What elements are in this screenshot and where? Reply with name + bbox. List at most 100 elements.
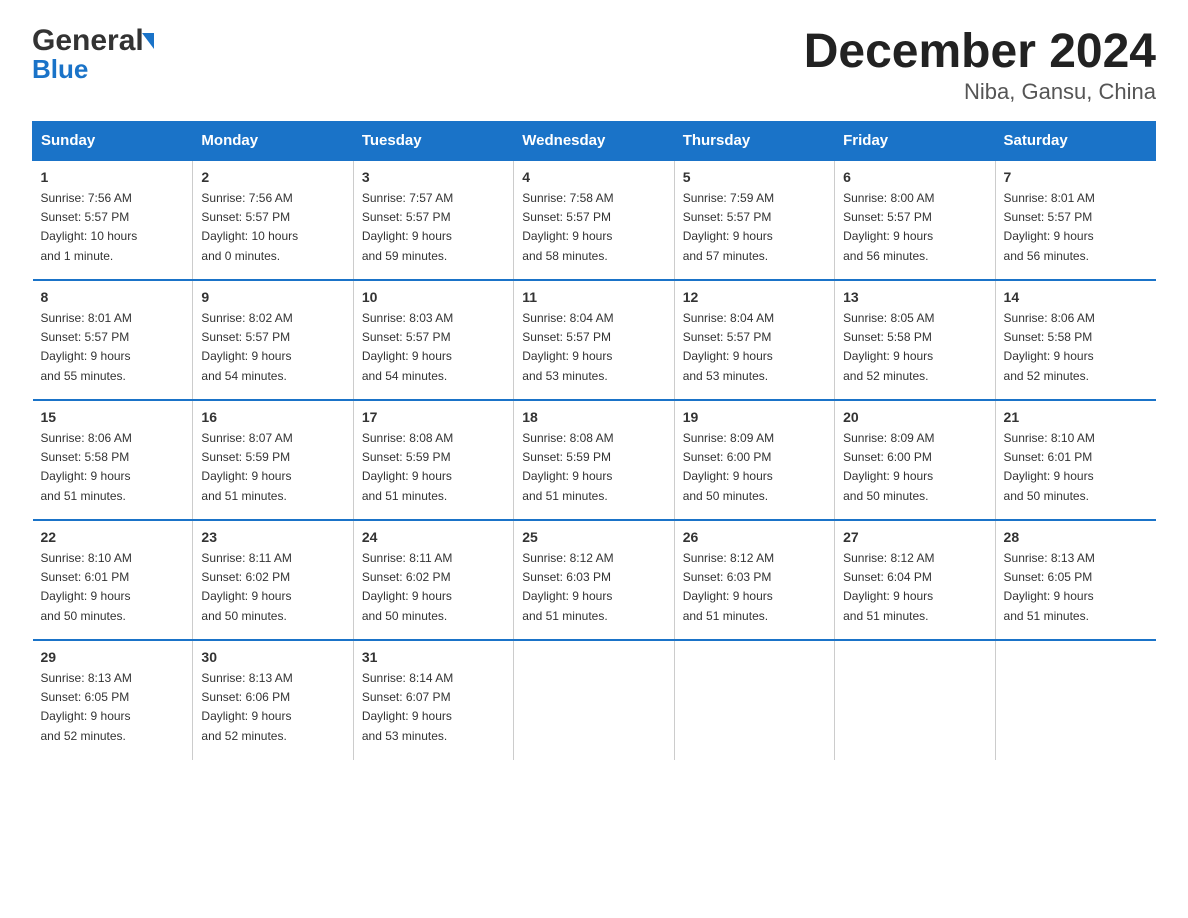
day-info: Sunrise: 8:04 AM Sunset: 5:57 PM Dayligh… (683, 309, 826, 386)
day-info: Sunrise: 7:59 AM Sunset: 5:57 PM Dayligh… (683, 189, 826, 266)
calendar-cell: 24 Sunrise: 8:11 AM Sunset: 6:02 PM Dayl… (353, 520, 513, 640)
day-number: 21 (1004, 409, 1148, 425)
day-number: 25 (522, 529, 665, 545)
day-number: 4 (522, 169, 665, 185)
column-header-saturday: Saturday (995, 122, 1155, 161)
day-info: Sunrise: 8:06 AM Sunset: 5:58 PM Dayligh… (1004, 309, 1148, 386)
calendar-cell: 6 Sunrise: 8:00 AM Sunset: 5:57 PM Dayli… (835, 160, 995, 280)
day-info: Sunrise: 8:11 AM Sunset: 6:02 PM Dayligh… (201, 549, 344, 626)
day-number: 29 (41, 649, 185, 665)
day-number: 26 (683, 529, 826, 545)
day-number: 3 (362, 169, 505, 185)
page-header: General Blue December 2024 Niba, Gansu, … (32, 24, 1156, 105)
calendar-cell: 17 Sunrise: 8:08 AM Sunset: 5:59 PM Dayl… (353, 400, 513, 520)
day-number: 7 (1004, 169, 1148, 185)
calendar-cell: 8 Sunrise: 8:01 AM Sunset: 5:57 PM Dayli… (33, 280, 193, 400)
day-number: 11 (522, 289, 665, 305)
day-number: 13 (843, 289, 986, 305)
day-info: Sunrise: 8:01 AM Sunset: 5:57 PM Dayligh… (41, 309, 185, 386)
calendar-cell: 28 Sunrise: 8:13 AM Sunset: 6:05 PM Dayl… (995, 520, 1155, 640)
column-header-monday: Monday (193, 122, 353, 161)
column-header-friday: Friday (835, 122, 995, 161)
day-number: 17 (362, 409, 505, 425)
calendar-cell (674, 640, 834, 760)
day-info: Sunrise: 8:09 AM Sunset: 6:00 PM Dayligh… (683, 429, 826, 506)
day-info: Sunrise: 8:10 AM Sunset: 6:01 PM Dayligh… (1004, 429, 1148, 506)
day-info: Sunrise: 8:05 AM Sunset: 5:58 PM Dayligh… (843, 309, 986, 386)
day-number: 8 (41, 289, 185, 305)
day-number: 14 (1004, 289, 1148, 305)
day-number: 20 (843, 409, 986, 425)
day-number: 15 (41, 409, 185, 425)
calendar-cell: 9 Sunrise: 8:02 AM Sunset: 5:57 PM Dayli… (193, 280, 353, 400)
day-info: Sunrise: 8:14 AM Sunset: 6:07 PM Dayligh… (362, 669, 505, 746)
day-info: Sunrise: 8:12 AM Sunset: 6:03 PM Dayligh… (522, 549, 665, 626)
day-number: 18 (522, 409, 665, 425)
day-number: 16 (201, 409, 344, 425)
day-number: 28 (1004, 529, 1148, 545)
title-block: December 2024 Niba, Gansu, China (804, 24, 1156, 105)
calendar-cell: 22 Sunrise: 8:10 AM Sunset: 6:01 PM Dayl… (33, 520, 193, 640)
day-number: 6 (843, 169, 986, 185)
day-info: Sunrise: 8:10 AM Sunset: 6:01 PM Dayligh… (41, 549, 185, 626)
calendar-cell: 7 Sunrise: 8:01 AM Sunset: 5:57 PM Dayli… (995, 160, 1155, 280)
day-info: Sunrise: 8:11 AM Sunset: 6:02 PM Dayligh… (362, 549, 505, 626)
calendar-cell: 3 Sunrise: 7:57 AM Sunset: 5:57 PM Dayli… (353, 160, 513, 280)
calendar-cell: 23 Sunrise: 8:11 AM Sunset: 6:02 PM Dayl… (193, 520, 353, 640)
day-info: Sunrise: 8:09 AM Sunset: 6:00 PM Dayligh… (843, 429, 986, 506)
day-info: Sunrise: 7:56 AM Sunset: 5:57 PM Dayligh… (201, 189, 344, 266)
day-number: 31 (362, 649, 505, 665)
calendar-cell (995, 640, 1155, 760)
calendar-cell: 15 Sunrise: 8:06 AM Sunset: 5:58 PM Dayl… (33, 400, 193, 520)
calendar-week-row: 1 Sunrise: 7:56 AM Sunset: 5:57 PM Dayli… (33, 160, 1156, 280)
day-info: Sunrise: 8:06 AM Sunset: 5:58 PM Dayligh… (41, 429, 185, 506)
calendar-week-row: 15 Sunrise: 8:06 AM Sunset: 5:58 PM Dayl… (33, 400, 1156, 520)
calendar-cell: 30 Sunrise: 8:13 AM Sunset: 6:06 PM Dayl… (193, 640, 353, 760)
day-info: Sunrise: 8:01 AM Sunset: 5:57 PM Dayligh… (1004, 189, 1148, 266)
calendar-cell (514, 640, 674, 760)
calendar-week-row: 8 Sunrise: 8:01 AM Sunset: 5:57 PM Dayli… (33, 280, 1156, 400)
day-info: Sunrise: 8:08 AM Sunset: 5:59 PM Dayligh… (362, 429, 505, 506)
day-number: 30 (201, 649, 344, 665)
calendar-cell: 5 Sunrise: 7:59 AM Sunset: 5:57 PM Dayli… (674, 160, 834, 280)
calendar-cell: 31 Sunrise: 8:14 AM Sunset: 6:07 PM Dayl… (353, 640, 513, 760)
day-info: Sunrise: 8:13 AM Sunset: 6:05 PM Dayligh… (41, 669, 185, 746)
calendar-title: December 2024 (804, 24, 1156, 79)
calendar-cell: 1 Sunrise: 7:56 AM Sunset: 5:57 PM Dayli… (33, 160, 193, 280)
calendar-cell: 18 Sunrise: 8:08 AM Sunset: 5:59 PM Dayl… (514, 400, 674, 520)
day-info: Sunrise: 7:58 AM Sunset: 5:57 PM Dayligh… (522, 189, 665, 266)
day-info: Sunrise: 8:08 AM Sunset: 5:59 PM Dayligh… (522, 429, 665, 506)
day-number: 19 (683, 409, 826, 425)
day-number: 10 (362, 289, 505, 305)
day-info: Sunrise: 8:03 AM Sunset: 5:57 PM Dayligh… (362, 309, 505, 386)
logo-triangle-icon (142, 33, 154, 49)
calendar-cell: 19 Sunrise: 8:09 AM Sunset: 6:00 PM Dayl… (674, 400, 834, 520)
logo-general-text: General (32, 24, 144, 58)
day-number: 22 (41, 529, 185, 545)
day-number: 1 (41, 169, 185, 185)
calendar-cell: 21 Sunrise: 8:10 AM Sunset: 6:01 PM Dayl… (995, 400, 1155, 520)
day-info: Sunrise: 8:12 AM Sunset: 6:03 PM Dayligh… (683, 549, 826, 626)
column-header-thursday: Thursday (674, 122, 834, 161)
logo: General Blue (32, 24, 154, 85)
calendar-cell: 2 Sunrise: 7:56 AM Sunset: 5:57 PM Dayli… (193, 160, 353, 280)
day-number: 5 (683, 169, 826, 185)
day-info: Sunrise: 8:00 AM Sunset: 5:57 PM Dayligh… (843, 189, 986, 266)
day-number: 23 (201, 529, 344, 545)
calendar-week-row: 29 Sunrise: 8:13 AM Sunset: 6:05 PM Dayl… (33, 640, 1156, 760)
day-info: Sunrise: 8:04 AM Sunset: 5:57 PM Dayligh… (522, 309, 665, 386)
calendar-cell: 12 Sunrise: 8:04 AM Sunset: 5:57 PM Dayl… (674, 280, 834, 400)
calendar-cell: 11 Sunrise: 8:04 AM Sunset: 5:57 PM Dayl… (514, 280, 674, 400)
calendar-cell: 27 Sunrise: 8:12 AM Sunset: 6:04 PM Dayl… (835, 520, 995, 640)
day-info: Sunrise: 8:12 AM Sunset: 6:04 PM Dayligh… (843, 549, 986, 626)
calendar-cell: 25 Sunrise: 8:12 AM Sunset: 6:03 PM Dayl… (514, 520, 674, 640)
calendar-subtitle: Niba, Gansu, China (804, 79, 1156, 105)
day-number: 9 (201, 289, 344, 305)
calendar-cell: 29 Sunrise: 8:13 AM Sunset: 6:05 PM Dayl… (33, 640, 193, 760)
calendar-cell: 26 Sunrise: 8:12 AM Sunset: 6:03 PM Dayl… (674, 520, 834, 640)
calendar-cell: 16 Sunrise: 8:07 AM Sunset: 5:59 PM Dayl… (193, 400, 353, 520)
logo-blue-text: Blue (32, 54, 154, 85)
day-info: Sunrise: 8:07 AM Sunset: 5:59 PM Dayligh… (201, 429, 344, 506)
calendar-week-row: 22 Sunrise: 8:10 AM Sunset: 6:01 PM Dayl… (33, 520, 1156, 640)
column-header-tuesday: Tuesday (353, 122, 513, 161)
